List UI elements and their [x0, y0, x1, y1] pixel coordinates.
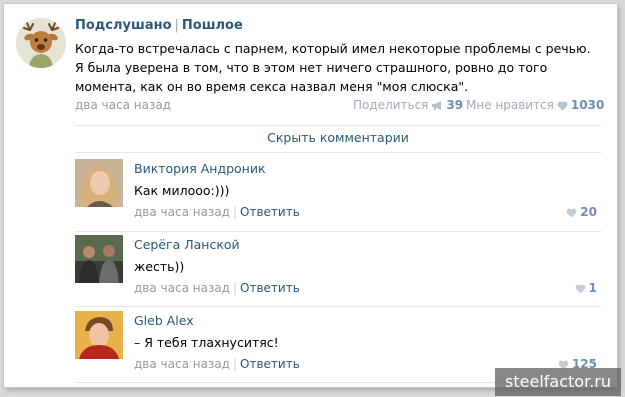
heart-icon	[575, 283, 586, 297]
comment-author[interactable]: Виктория Андроник	[134, 161, 266, 176]
comment-author[interactable]: Gleb Alex	[134, 313, 194, 328]
comment-meta: два часа назад | Ответить	[134, 205, 300, 219]
meta-separator: |	[232, 205, 238, 219]
watermark: steelfactor.ru	[495, 368, 621, 396]
header-separator: |	[174, 18, 179, 33]
like-label: Мне нравится	[466, 98, 554, 112]
post-header: Подслушано | Пошлое	[75, 18, 243, 33]
comment-like-button[interactable]: 20	[563, 205, 597, 221]
comment-text: жесть))	[134, 259, 185, 274]
comment-like-count: 1	[588, 281, 597, 295]
heart-icon	[566, 207, 577, 221]
community-name[interactable]: Подслушано	[75, 18, 172, 33]
reply-button[interactable]: Ответить	[240, 205, 300, 219]
avatar[interactable]	[75, 159, 123, 207]
like-count: 1030	[570, 98, 605, 112]
post-text: Когда-то встречалась с парнем, который и…	[75, 41, 591, 94]
comment-like-button[interactable]: 1	[572, 281, 597, 297]
comment-timestamp[interactable]: два часа назад	[134, 357, 230, 371]
meta-separator: |	[232, 357, 238, 371]
comment-item: Виктория Андроник Как милооо:))) два час…	[75, 159, 601, 235]
avatar[interactable]	[75, 311, 123, 359]
divider	[75, 306, 601, 307]
reply-button[interactable]: Ответить	[240, 281, 300, 295]
user-photo-icon	[75, 235, 123, 283]
avatar[interactable]	[75, 235, 123, 283]
post-timestamp[interactable]: два часа назад	[75, 98, 171, 112]
comment-item: Серёга Ланской жесть)) два часа назад | От…	[75, 235, 601, 311]
share-count: 39	[446, 98, 464, 112]
heart-icon	[557, 100, 568, 114]
user-photo-icon	[75, 159, 123, 207]
reply-button[interactable]: Ответить	[240, 357, 300, 371]
comment-timestamp[interactable]: два часа назад	[134, 205, 230, 219]
comment-text: Как милооо:)))	[134, 183, 230, 198]
comment-timestamp[interactable]: два часа назад	[134, 281, 230, 295]
hide-comments-link[interactable]: Скрыть комментарии	[75, 130, 601, 145]
deer-icon	[16, 18, 66, 68]
comment-author[interactable]: Серёга Ланской	[134, 237, 240, 252]
meta-separator: |	[232, 281, 238, 295]
comment-meta: два часа назад | Ответить	[134, 357, 300, 371]
share-button[interactable]: Поделиться 39	[353, 98, 463, 114]
comment-text: – Я тебя тлахнуситяс!	[134, 335, 279, 350]
share-label: Поделиться	[353, 98, 429, 112]
user-photo-icon	[75, 311, 123, 359]
post-category[interactable]: Пошлое	[182, 18, 243, 33]
divider	[75, 125, 601, 126]
post-card: Подслушано | Пошлое Когда-то встречалась с…	[4, 4, 617, 387]
megaphone-icon	[431, 100, 443, 114]
divider	[75, 231, 601, 232]
comment-like-count: 20	[580, 205, 597, 219]
like-button[interactable]: Мне нравится 1030	[466, 98, 604, 114]
comment-meta: два часа назад | Ответить	[134, 281, 300, 295]
divider	[75, 152, 601, 153]
community-avatar[interactable]	[16, 18, 66, 68]
